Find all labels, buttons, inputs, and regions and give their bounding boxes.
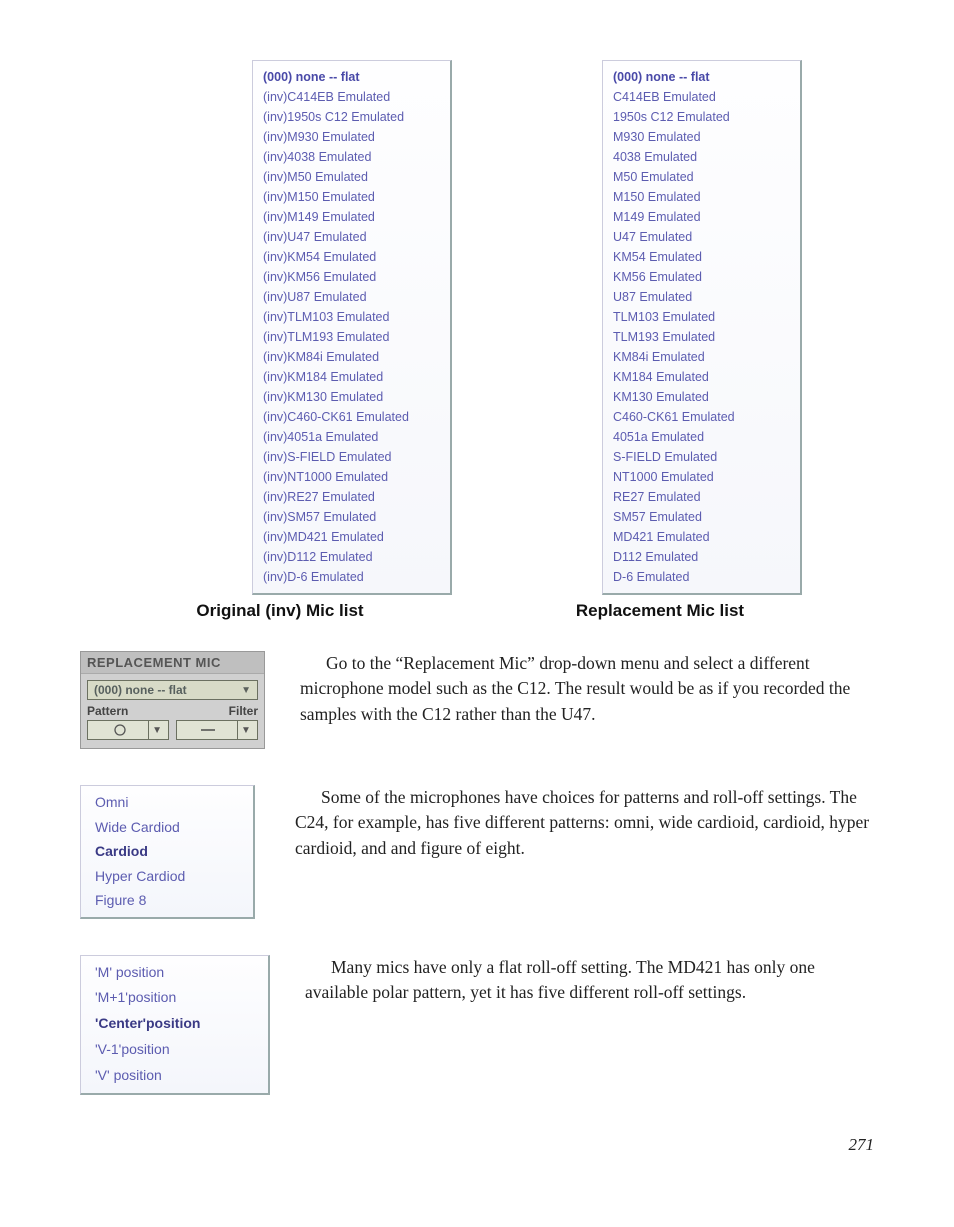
list-item[interactable]: 1950s C12 Emulated bbox=[613, 107, 786, 127]
list-item[interactable]: KM184 Emulated bbox=[613, 367, 786, 387]
list-item[interactable]: (inv)M149 Emulated bbox=[263, 207, 436, 227]
filter-select[interactable]: ▼ bbox=[176, 720, 258, 740]
list-item[interactable]: (inv)4051a Emulated bbox=[263, 427, 436, 447]
list-item[interactable]: (inv)KM56 Emulated bbox=[263, 267, 436, 287]
list-item-selected[interactable]: 'Center'position bbox=[95, 1011, 254, 1037]
list-item[interactable]: (inv)C414EB Emulated bbox=[263, 87, 436, 107]
omni-icon bbox=[91, 723, 148, 737]
list-item[interactable]: TLM193 Emulated bbox=[613, 327, 786, 347]
list-item-selected[interactable]: Cardiod bbox=[95, 839, 239, 864]
list-item[interactable]: (inv)U47 Emulated bbox=[263, 227, 436, 247]
list-item[interactable]: KM56 Emulated bbox=[613, 267, 786, 287]
list-item[interactable]: (inv)KM184 Emulated bbox=[263, 367, 436, 387]
list-item[interactable]: (inv)KM130 Emulated bbox=[263, 387, 436, 407]
list-item[interactable]: M50 Emulated bbox=[613, 167, 786, 187]
list-item[interactable]: U47 Emulated bbox=[613, 227, 786, 247]
list-item[interactable]: (inv)S-FIELD Emulated bbox=[263, 447, 436, 467]
list-item[interactable]: (inv)TLM193 Emulated bbox=[263, 327, 436, 347]
list-item[interactable]: (inv)NT1000 Emulated bbox=[263, 467, 436, 487]
list-item[interactable]: (inv)1950s C12 Emulated bbox=[263, 107, 436, 127]
paragraph-3: Many mics have only a flat roll-off sett… bbox=[305, 955, 874, 1095]
pattern-select[interactable]: ▼ bbox=[87, 720, 169, 740]
list-item[interactable]: RE27 Emulated bbox=[613, 487, 786, 507]
list-item[interactable]: D112 Emulated bbox=[613, 547, 786, 567]
panel-title: REPLACEMENT MIC bbox=[81, 652, 264, 674]
list-item[interactable]: (inv)D-6 Emulated bbox=[263, 567, 436, 587]
list-item[interactable]: M149 Emulated bbox=[613, 207, 786, 227]
list-item[interactable]: 'M' position bbox=[95, 960, 254, 986]
list-item[interactable]: Wide Cardiod bbox=[95, 815, 239, 840]
list-item[interactable]: TLM103 Emulated bbox=[613, 307, 786, 327]
replacement-caption: Replacement Mic list bbox=[550, 601, 770, 621]
list-item[interactable]: U87 Emulated bbox=[613, 287, 786, 307]
replacement-mic-panel: REPLACEMENT MIC (000) none -- flat ▼ Pat… bbox=[80, 651, 265, 749]
replacement-mic-list[interactable]: (000) none -- flat C414EB Emulated 1950s… bbox=[602, 60, 802, 595]
list-item[interactable]: Hyper Cardiod bbox=[95, 864, 239, 889]
list-item[interactable]: 'V' position bbox=[95, 1063, 254, 1089]
list-item[interactable]: KM84i Emulated bbox=[613, 347, 786, 367]
list-item[interactable]: KM54 Emulated bbox=[613, 247, 786, 267]
list-item[interactable]: Figure 8 bbox=[95, 888, 239, 913]
list-item[interactable]: (inv)TLM103 Emulated bbox=[263, 307, 436, 327]
list-item[interactable]: 'M+1'position bbox=[95, 985, 254, 1011]
list-item[interactable]: M930 Emulated bbox=[613, 127, 786, 147]
original-mic-list-header[interactable]: (000) none -- flat bbox=[263, 67, 436, 87]
list-item[interactable]: S-FIELD Emulated bbox=[613, 447, 786, 467]
pattern-list[interactable]: Omni Wide Cardiod Cardiod Hyper Cardiod … bbox=[80, 785, 255, 919]
list-captions: Original (inv) Mic list Replacement Mic … bbox=[170, 601, 874, 621]
list-item[interactable]: D-6 Emulated bbox=[613, 567, 786, 587]
chevron-down-icon: ▼ bbox=[241, 685, 251, 696]
list-item[interactable]: (inv)SM57 Emulated bbox=[263, 507, 436, 527]
dropdown-selected: (000) none -- flat bbox=[94, 683, 187, 697]
replacement-mic-dropdown[interactable]: (000) none -- flat ▼ bbox=[87, 680, 258, 700]
list-item[interactable]: (inv)D112 Emulated bbox=[263, 547, 436, 567]
list-item[interactable]: (inv)C460-CK61 Emulated bbox=[263, 407, 436, 427]
list-item[interactable]: 4051a Emulated bbox=[613, 427, 786, 447]
list-item[interactable]: (inv)M150 Emulated bbox=[263, 187, 436, 207]
list-item[interactable]: 4038 Emulated bbox=[613, 147, 786, 167]
list-item[interactable]: (inv)KM54 Emulated bbox=[263, 247, 436, 267]
list-item[interactable]: (inv)U87 Emulated bbox=[263, 287, 436, 307]
original-mic-list[interactable]: (000) none -- flat (inv)C414EB Emulated … bbox=[252, 60, 452, 595]
pattern-label: Pattern bbox=[87, 704, 169, 718]
list-item[interactable]: (inv)KM84i Emulated bbox=[263, 347, 436, 367]
list-item[interactable]: MD421 Emulated bbox=[613, 527, 786, 547]
list-item[interactable]: C414EB Emulated bbox=[613, 87, 786, 107]
original-caption: Original (inv) Mic list bbox=[170, 601, 390, 621]
list-item[interactable]: (inv)4038 Emulated bbox=[263, 147, 436, 167]
list-item[interactable]: KM130 Emulated bbox=[613, 387, 786, 407]
flat-line-icon bbox=[180, 723, 237, 737]
list-item[interactable]: NT1000 Emulated bbox=[613, 467, 786, 487]
page-number: 271 bbox=[80, 1135, 874, 1155]
rolloff-list[interactable]: 'M' position 'M+1'position 'Center'posit… bbox=[80, 955, 270, 1095]
list-item[interactable]: C460-CK61 Emulated bbox=[613, 407, 786, 427]
paragraph-2: Some of the microphones have choices for… bbox=[295, 785, 874, 919]
list-item[interactable]: SM57 Emulated bbox=[613, 507, 786, 527]
list-item[interactable]: 'V-1'position bbox=[95, 1037, 254, 1063]
list-item[interactable]: (inv)M930 Emulated bbox=[263, 127, 436, 147]
filter-label: Filter bbox=[176, 704, 258, 718]
list-item[interactable]: (inv)MD421 Emulated bbox=[263, 527, 436, 547]
chevron-down-icon: ▼ bbox=[149, 725, 165, 736]
replacement-mic-list-header[interactable]: (000) none -- flat bbox=[613, 67, 786, 87]
list-item[interactable]: M150 Emulated bbox=[613, 187, 786, 207]
chevron-down-icon: ▼ bbox=[238, 725, 254, 736]
list-item[interactable]: (inv)M50 Emulated bbox=[263, 167, 436, 187]
paragraph-1: Go to the “Replacement Mic” drop-down me… bbox=[300, 651, 874, 749]
mic-lists-row: (000) none -- flat (inv)C414EB Emulated … bbox=[180, 60, 874, 595]
list-item[interactable]: (inv)RE27 Emulated bbox=[263, 487, 436, 507]
list-item[interactable]: Omni bbox=[95, 790, 239, 815]
